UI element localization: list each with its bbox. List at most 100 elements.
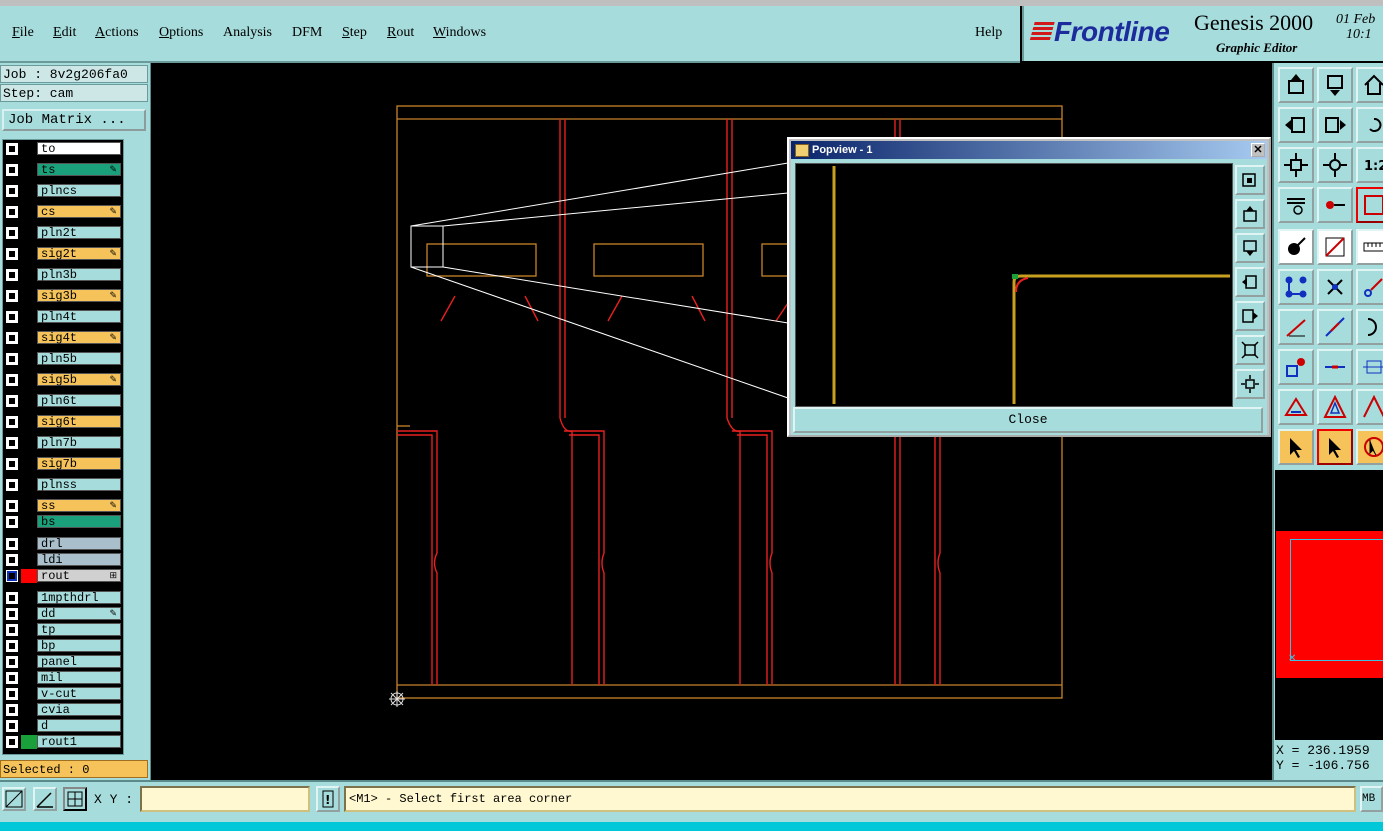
- job-matrix-button[interactable]: Job Matrix ...: [2, 109, 146, 131]
- layer-name[interactable]: 1mpthdrl: [37, 591, 121, 605]
- layer-row[interactable]: cvia: [3, 703, 123, 717]
- zoom-out-icon[interactable]: [1235, 369, 1265, 399]
- view-right-icon[interactable]: [1317, 107, 1353, 143]
- mouse-button-indicator[interactable]: MB: [1360, 786, 1383, 812]
- layer-row[interactable]: pln7b: [3, 436, 123, 450]
- pan-down-icon[interactable]: [1235, 233, 1265, 263]
- layer-name[interactable]: rout ⊞: [37, 569, 121, 583]
- layer-row[interactable]: to: [3, 142, 123, 156]
- layer-row[interactable]: d: [3, 719, 123, 733]
- pointer-select-icon[interactable]: [1317, 429, 1353, 465]
- layer-name[interactable]: ts ✎: [37, 163, 121, 177]
- layer-row[interactable]: tp: [3, 623, 123, 637]
- layer-row[interactable]: bs: [3, 515, 123, 529]
- layer-checkbox[interactable]: [6, 624, 18, 636]
- layer-row[interactable]: pln6t: [3, 394, 123, 408]
- stretch-icon[interactable]: [1356, 349, 1383, 385]
- layer-name[interactable]: dd ✎: [37, 607, 121, 621]
- edit-line-icon[interactable]: [1317, 309, 1353, 345]
- layer-name[interactable]: d: [37, 719, 121, 733]
- layer-checkbox[interactable]: [6, 290, 18, 302]
- pointer-icon[interactable]: [1278, 429, 1314, 465]
- layer-name[interactable]: sig2t ✎: [37, 247, 121, 261]
- view-left-icon[interactable]: [1278, 107, 1314, 143]
- snap-grid-icon[interactable]: [2, 787, 26, 811]
- layer-row[interactable]: sig3b ✎: [3, 289, 123, 303]
- layer-checkbox[interactable]: [6, 206, 18, 218]
- layer-name[interactable]: rout1: [37, 735, 121, 749]
- chamfer-icon[interactable]: [1356, 389, 1383, 425]
- layer-name[interactable]: ss ✎: [37, 499, 121, 513]
- layer-name[interactable]: sig5b ✎: [37, 373, 121, 387]
- alert-icon[interactable]: !: [316, 786, 340, 812]
- layer-row[interactable]: sig7b: [3, 457, 123, 471]
- menu-actions[interactable]: Actions: [95, 25, 139, 41]
- layer-checkbox[interactable]: [6, 608, 18, 620]
- menu-analysis[interactable]: Analysis: [223, 25, 272, 41]
- settings-icon[interactable]: [1278, 187, 1314, 223]
- layer-checkbox[interactable]: [6, 269, 18, 281]
- measure-icon[interactable]: [1317, 187, 1353, 223]
- layer-checkbox[interactable]: [6, 374, 18, 386]
- layer-name[interactable]: pln3b: [37, 268, 121, 282]
- layer-name[interactable]: plnss: [37, 478, 121, 492]
- layer-name[interactable]: to: [37, 142, 121, 156]
- popview-viewport[interactable]: [795, 163, 1233, 407]
- split-icon[interactable]: [1317, 349, 1353, 385]
- view-down-icon[interactable]: [1317, 67, 1353, 103]
- layer-checkbox[interactable]: [6, 353, 18, 365]
- layer-row[interactable]: pln5b: [3, 352, 123, 366]
- menu-rout[interactable]: Rout: [387, 25, 414, 41]
- layer-checkbox[interactable]: [6, 656, 18, 668]
- move-icon[interactable]: [1356, 269, 1383, 305]
- zoom-window-icon[interactable]: [1235, 165, 1265, 195]
- layer-name[interactable]: v-cut: [37, 687, 121, 701]
- layer-name[interactable]: sig7b: [37, 457, 121, 471]
- layer-checkbox[interactable]: [6, 143, 18, 155]
- layer-name[interactable]: plncs: [37, 184, 121, 198]
- area-select-icon[interactable]: [1317, 229, 1353, 265]
- layer-row[interactable]: 1mpthdrl: [3, 591, 123, 605]
- layer-checkbox[interactable]: [6, 538, 18, 550]
- layer-row[interactable]: plnss: [3, 478, 123, 492]
- layer-checkbox[interactable]: [6, 479, 18, 491]
- layer-row[interactable]: drl: [3, 537, 123, 551]
- layer-name[interactable]: sig4t ✎: [37, 331, 121, 345]
- layer-row[interactable]: v-cut: [3, 687, 123, 701]
- layer-row[interactable]: dd ✎: [3, 607, 123, 621]
- layer-name[interactable]: cs ✎: [37, 205, 121, 219]
- layer-checkbox[interactable]: [6, 164, 18, 176]
- layer-row[interactable]: plncs: [3, 184, 123, 198]
- add-line-icon[interactable]: [1278, 309, 1314, 345]
- zoom-center-icon[interactable]: [1317, 147, 1353, 183]
- layer-checkbox[interactable]: [6, 688, 18, 700]
- ruler-icon[interactable]: [1356, 229, 1383, 265]
- layer-row[interactable]: ts ✎: [3, 163, 123, 177]
- angle-icon[interactable]: [33, 787, 57, 811]
- zoom-ratio-icon[interactable]: 1:2: [1356, 147, 1383, 183]
- layer-checkbox[interactable]: [6, 185, 18, 197]
- layer-name[interactable]: drl: [37, 537, 121, 551]
- layer-checkbox[interactable]: [6, 437, 18, 449]
- layer-row[interactable]: mil: [3, 671, 123, 685]
- layer-row[interactable]: ldi: [3, 553, 123, 567]
- add-arc-icon[interactable]: [1356, 309, 1383, 345]
- layer-row[interactable]: cs ✎: [3, 205, 123, 219]
- snap-icon[interactable]: [1356, 187, 1383, 223]
- home-icon[interactable]: [1356, 67, 1383, 103]
- layer-name[interactable]: pln7b: [37, 436, 121, 450]
- menu-windows[interactable]: Windows: [433, 25, 486, 41]
- layer-row[interactable]: rout1: [3, 735, 123, 749]
- layer-name[interactable]: bs: [37, 515, 121, 529]
- pointer-area-icon[interactable]: [1356, 429, 1383, 465]
- layer-row[interactable]: pln3b: [3, 268, 123, 282]
- select-feature-icon[interactable]: [1278, 229, 1314, 265]
- layer-name[interactable]: pln4t: [37, 310, 121, 324]
- xy-input[interactable]: [140, 786, 310, 812]
- pan-right-icon[interactable]: [1235, 301, 1265, 331]
- layer-checkbox[interactable]: [6, 311, 18, 323]
- layer-row[interactable]: pln2t: [3, 226, 123, 240]
- delete-feature-icon[interactable]: [1317, 269, 1353, 305]
- layer-row[interactable]: sig2t ✎: [3, 247, 123, 261]
- layer-checkbox[interactable]: [6, 248, 18, 260]
